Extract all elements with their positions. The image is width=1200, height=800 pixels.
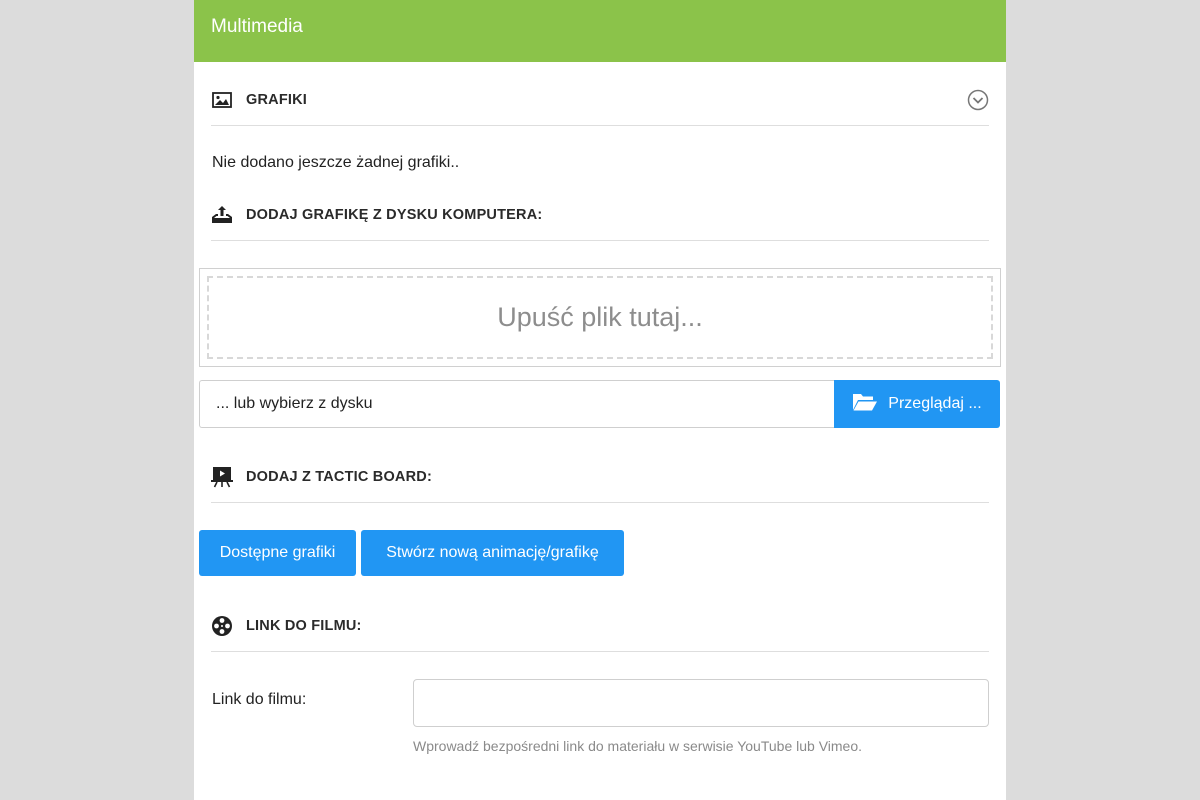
section-tactic-board-header: DODAJ Z TACTIC BOARD:: [211, 451, 989, 503]
film-link-label: Link do filmu:: [212, 691, 307, 708]
presentation-icon: [211, 466, 233, 488]
image-icon: [211, 89, 233, 111]
section-film-title: LINK DO FILMU:: [246, 617, 362, 634]
folder-open-icon: [852, 392, 888, 417]
section-grafiki-title: GRAFIKI: [246, 91, 308, 108]
file-path-text: ... lub wybierz z dysku: [216, 395, 373, 412]
film-link-help: Wprowadź bezpośredni link do materiału w…: [413, 738, 863, 754]
upload-icon: [211, 204, 233, 226]
file-path-field[interactable]: ... lub wybierz z dysku: [199, 380, 834, 428]
dropzone-text: Upuść plik tutaj...: [207, 276, 993, 359]
section-grafiki-header[interactable]: GRAFIKI: [211, 74, 989, 126]
film-link-input[interactable]: [413, 679, 989, 727]
create-animation-button[interactable]: Stwórz nową animację/grafikę: [361, 530, 624, 576]
multimedia-panel: Multimedia GRAFIKI Nie dodano jeszcze ża…: [194, 0, 1006, 800]
available-graphics-button[interactable]: Dostępne grafiki: [199, 530, 356, 576]
available-graphics-label: Dostępne grafiki: [219, 544, 336, 561]
film-reel-icon: [211, 615, 233, 637]
chevron-down-icon[interactable]: [967, 89, 989, 111]
file-chooser: ... lub wybierz z dysku Przeglądaj ...: [199, 380, 1000, 428]
browse-label: Przeglądaj ...: [888, 395, 982, 412]
browse-button[interactable]: Przeglądaj ...: [834, 380, 1000, 428]
section-upload-title: DODAJ GRAFIKĘ Z DYSKU KOMPUTERA:: [246, 206, 543, 223]
panel-title: Multimedia: [211, 16, 303, 37]
empty-graphics-message: Nie dodano jeszcze żadnej grafiki..: [212, 154, 460, 171]
create-animation-label: Stwórz nową animację/grafikę: [386, 544, 599, 561]
section-tactic-board-title: DODAJ Z TACTIC BOARD:: [246, 468, 432, 485]
panel-header: Multimedia: [194, 0, 1006, 62]
section-upload-header: DODAJ GRAFIKĘ Z DYSKU KOMPUTERA:: [211, 189, 989, 241]
dropzone[interactable]: Upuść plik tutaj...: [199, 268, 1001, 367]
section-film-header: LINK DO FILMU:: [211, 600, 989, 652]
